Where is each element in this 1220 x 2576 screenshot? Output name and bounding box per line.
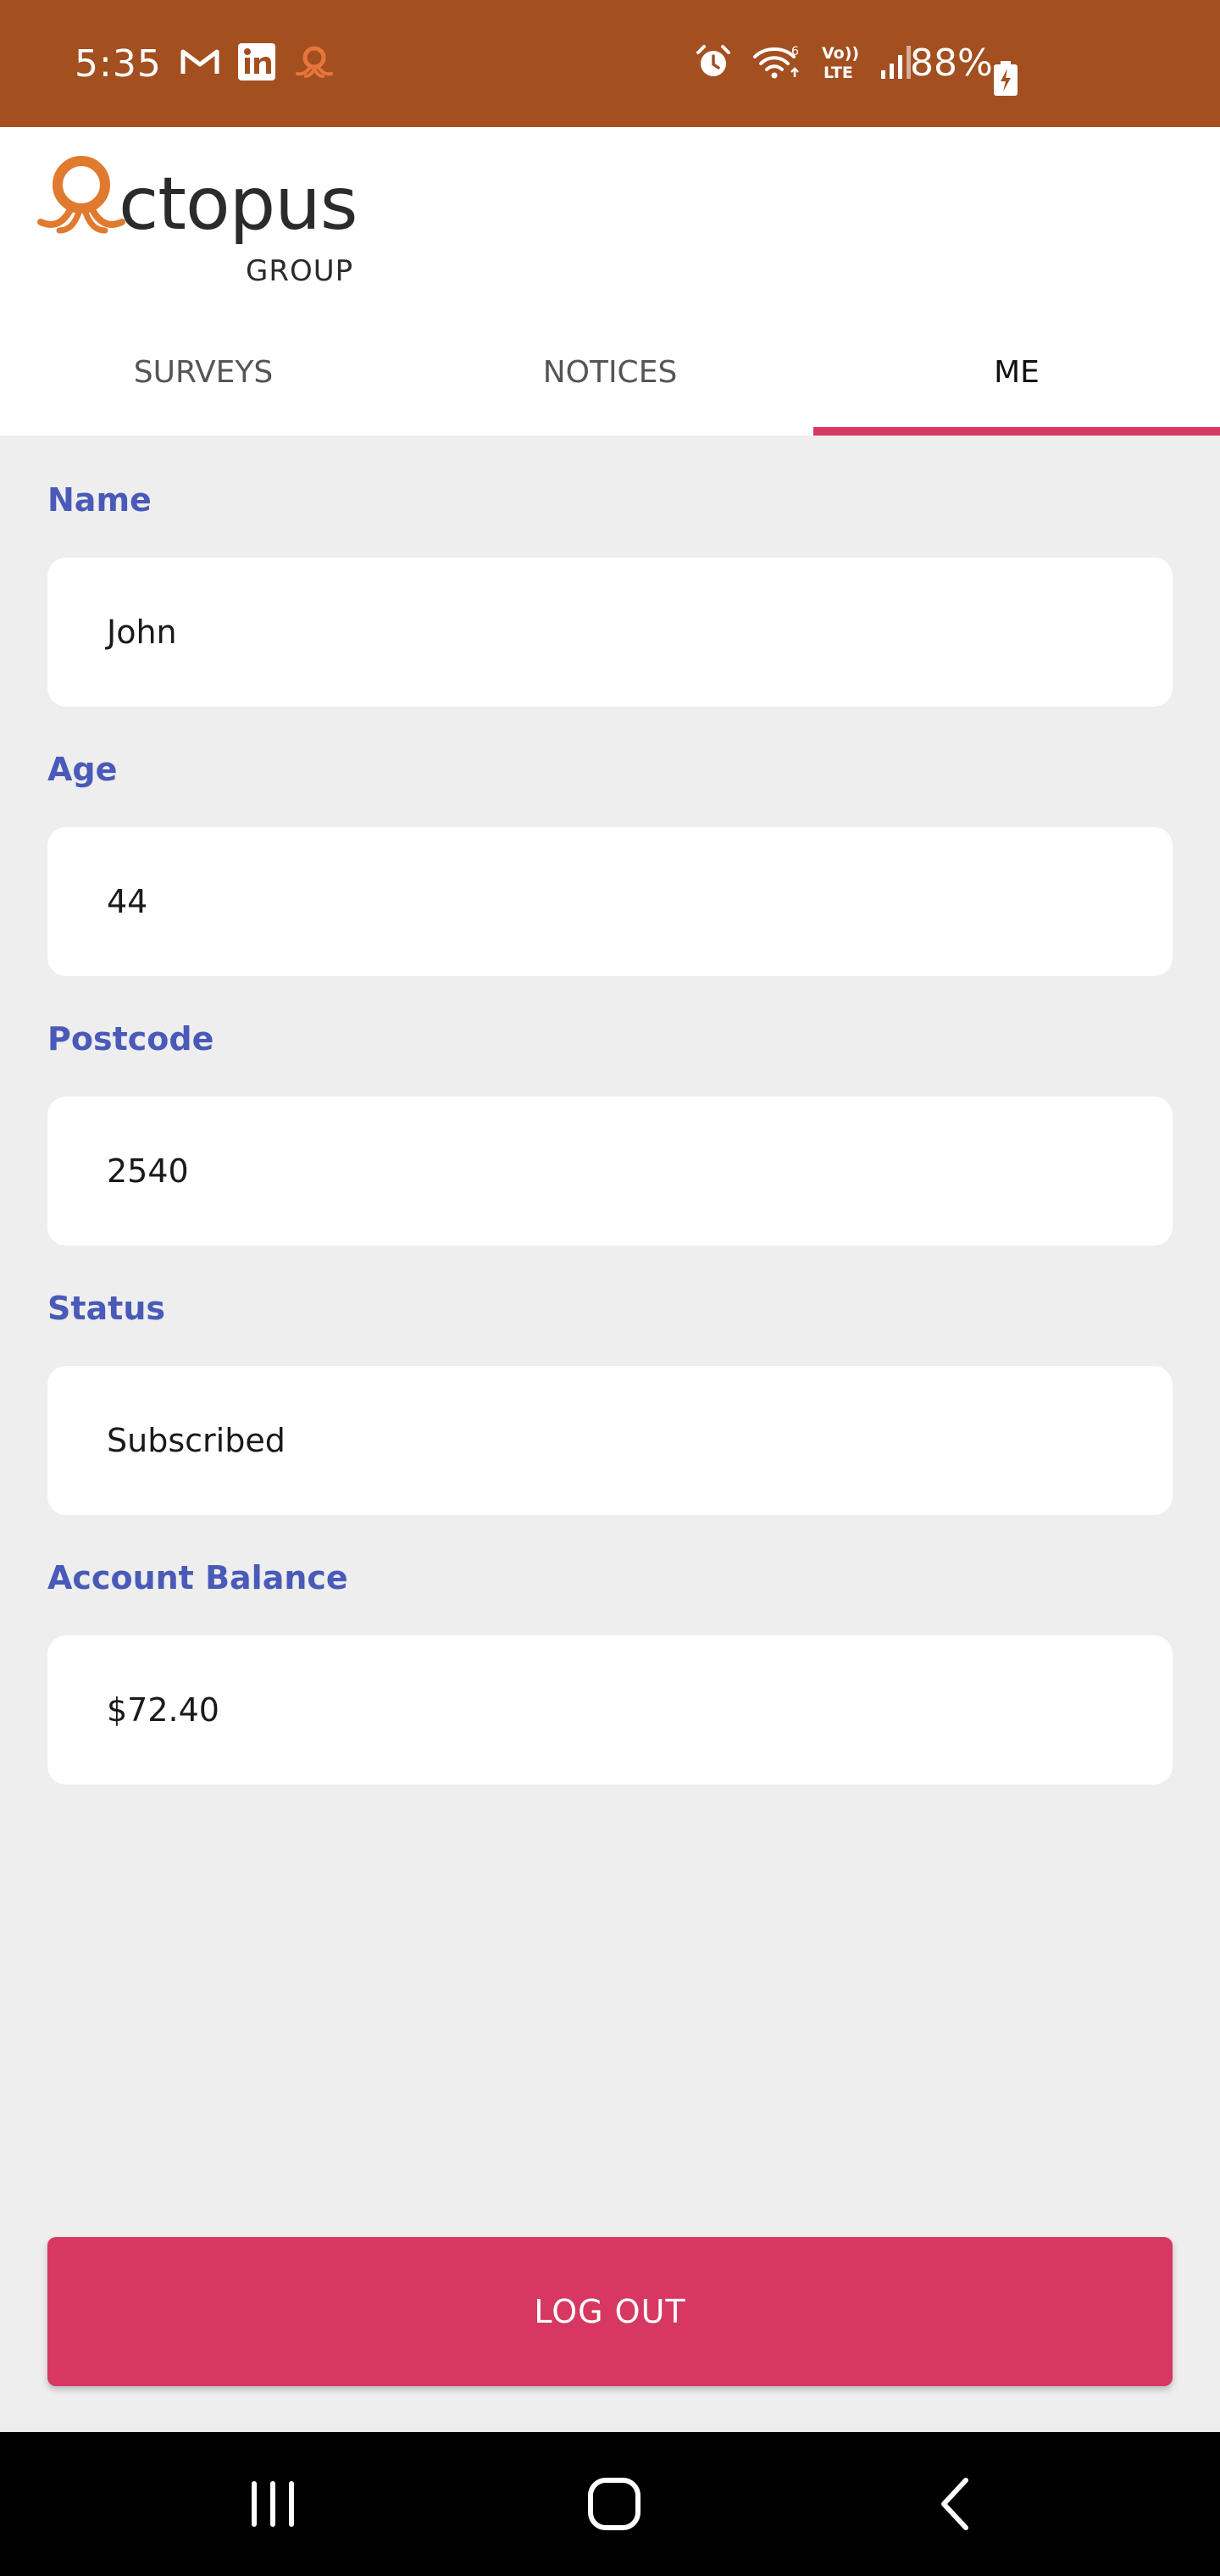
recent-apps-icon bbox=[252, 2481, 294, 2527]
wifi-icon: 6 bbox=[752, 43, 801, 85]
name-field-group: Name John bbox=[47, 475, 1173, 707]
signal-icon bbox=[879, 43, 913, 85]
tab-surveys[interactable]: SURVEYS bbox=[0, 308, 407, 436]
alarm-icon bbox=[695, 43, 732, 85]
age-label: Age bbox=[47, 751, 118, 788]
status-field-group: Status Subscribed bbox=[47, 1283, 1173, 1515]
name-field[interactable]: John bbox=[47, 558, 1173, 707]
status-label: Status bbox=[47, 1290, 166, 1327]
battery-charging-icon bbox=[993, 61, 1018, 97]
postcode-field-group: Postcode 2540 bbox=[47, 1013, 1173, 1246]
account-balance-label: Account Balance bbox=[47, 1559, 348, 1596]
logout-button[interactable]: LOG OUT bbox=[47, 2237, 1173, 2386]
back-icon bbox=[941, 2478, 968, 2530]
status-bar: 5:35 6 Vo)) LTE 88% bbox=[0, 0, 1220, 127]
octopus-group-logo: ctopus GROUP bbox=[37, 153, 376, 288]
logo-wordmark: ctopus bbox=[119, 162, 358, 247]
name-label: Name bbox=[47, 481, 152, 519]
logo-subtitle: GROUP bbox=[246, 254, 354, 288]
account-balance-field-group: Account Balance $72.40 bbox=[47, 1552, 1173, 1785]
postcode-field[interactable]: 2540 bbox=[47, 1096, 1173, 1246]
svg-text:Vo)): Vo)) bbox=[822, 44, 859, 63]
octopus-app-icon bbox=[294, 45, 335, 83]
postcode-label: Postcode bbox=[47, 1020, 214, 1058]
recent-apps-button[interactable] bbox=[205, 2432, 341, 2576]
status-time: 5:35 bbox=[75, 42, 162, 86]
back-button[interactable] bbox=[888, 2432, 1023, 2576]
age-field[interactable]: 44 bbox=[47, 827, 1173, 976]
svg-text:LTE: LTE bbox=[824, 64, 853, 81]
app-header: ctopus GROUP SURVEYS NOTICES ME bbox=[0, 127, 1220, 436]
system-nav-bar bbox=[0, 2432, 1220, 2576]
linkedin-icon bbox=[237, 42, 275, 85]
tab-me[interactable]: ME bbox=[813, 308, 1220, 436]
home-icon bbox=[588, 2478, 640, 2530]
volte-icon: Vo)) LTE bbox=[822, 42, 859, 86]
battery-percent: 88% bbox=[910, 42, 993, 85]
octopus-logo-icon bbox=[37, 156, 125, 234]
account-balance-field[interactable]: $72.40 bbox=[47, 1635, 1173, 1785]
age-field-group: Age 44 bbox=[47, 744, 1173, 976]
status-field[interactable]: Subscribed bbox=[47, 1366, 1173, 1515]
home-button[interactable] bbox=[546, 2432, 682, 2576]
gmail-icon bbox=[180, 47, 219, 80]
tab-notices[interactable]: NOTICES bbox=[407, 308, 813, 436]
tab-bar: SURVEYS NOTICES ME bbox=[0, 308, 1220, 436]
svg-text:6: 6 bbox=[791, 45, 799, 58]
profile-form: Name John Age 44 Postcode 2540 Status Su… bbox=[47, 475, 1173, 1822]
